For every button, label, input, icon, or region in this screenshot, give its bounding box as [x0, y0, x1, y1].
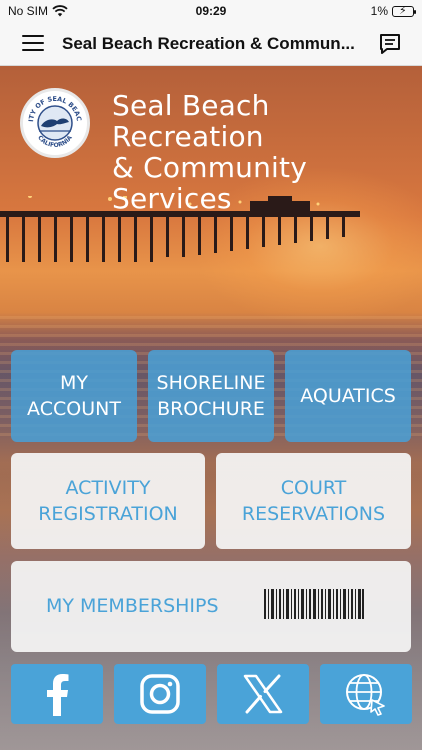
battery-icon: ⚡: [392, 4, 416, 17]
facebook-button[interactable]: [11, 664, 103, 724]
court-reservations-label-line1: COURT: [280, 477, 347, 499]
instagram-button[interactable]: [114, 664, 206, 724]
messages-icon[interactable]: [378, 32, 402, 56]
brand-title-line2: & Community Services: [112, 151, 307, 215]
page-title: Seal Beach Recreation & Commun...: [62, 34, 355, 53]
shoreline-brochure-label-line1: SHORELINE: [156, 372, 266, 394]
activity-registration-button[interactable]: ACTIVITY REGISTRATION: [11, 453, 205, 549]
hamburger-menu-icon[interactable]: [22, 35, 44, 53]
instagram-icon: [140, 674, 180, 714]
shoreline-brochure-button[interactable]: SHORELINE BROCHURE: [148, 350, 274, 442]
globe-icon: [346, 674, 385, 716]
home-screen: CITY OF SEAL BEACH CALIFORNIA Seal Beach…: [0, 66, 422, 750]
city-seal-logo: CITY OF SEAL BEACH CALIFORNIA: [20, 88, 90, 158]
nav-bar: Seal Beach Recreation & Commun...: [0, 22, 422, 66]
activity-registration-label-line1: ACTIVITY: [65, 477, 151, 499]
my-account-label-line1: MY: [59, 372, 88, 394]
court-reservations-button[interactable]: COURT RESERVATIONS: [216, 453, 411, 549]
aquatics-label: AQUATICS: [300, 385, 396, 407]
my-account-label-line2: ACCOUNT: [27, 398, 121, 420]
battery-percent: 1%: [370, 4, 388, 18]
activity-registration-label-line2: REGISTRATION: [38, 503, 178, 525]
brand-title-line1: Seal Beach Recreation: [112, 89, 270, 153]
my-account-button[interactable]: MY ACCOUNT: [11, 350, 137, 442]
x-icon: [243, 674, 283, 714]
facebook-icon: [47, 674, 69, 716]
court-reservations-label-line2: RESERVATIONS: [241, 503, 386, 525]
my-memberships-label: MY MEMBERSHIPS: [46, 595, 219, 617]
shoreline-brochure-label-line2: BROCHURE: [157, 398, 265, 420]
clock: 09:29: [195, 4, 227, 18]
brand-title: Seal Beach Recreation & Community Servic…: [112, 90, 412, 214]
barcode-icon: [264, 589, 364, 619]
status-right: 1% ⚡: [370, 4, 416, 18]
charging-bolt-icon: ⚡: [399, 4, 407, 17]
status-bar: No SIM 09:29 1% ⚡: [0, 0, 422, 22]
my-memberships-button[interactable]: MY MEMBERSHIPS: [11, 561, 411, 652]
website-button[interactable]: [320, 664, 412, 724]
x-button[interactable]: [217, 664, 309, 724]
aquatics-button[interactable]: AQUATICS: [285, 350, 411, 442]
